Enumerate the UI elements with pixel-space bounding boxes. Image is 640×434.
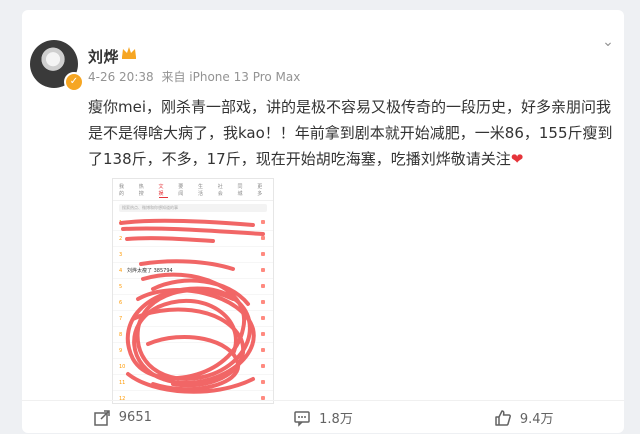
weibo-post-card: ✓ 刘烨 4-26 20:38 来自 iPhone 13 Pro Max ⌄ 瘦… bbox=[22, 10, 624, 433]
attached-image[interactable]: 我的 热搜 文娱 要闻 生活 社会 同城 更多 搜索热点、微博和你想知道的事 1… bbox=[112, 178, 274, 404]
verified-badge-icon: ✓ bbox=[64, 72, 84, 92]
share-button[interactable]: 9651 bbox=[22, 401, 223, 434]
redaction-scribble bbox=[119, 218, 265, 394]
thumbs-up-icon bbox=[495, 409, 511, 426]
crown-icon bbox=[122, 47, 136, 59]
post-time[interactable]: 4-26 20:38 bbox=[88, 70, 154, 84]
action-bar: 9651 1.8万 9.4万 bbox=[22, 400, 624, 434]
post-meta: 4-26 20:38 来自 iPhone 13 Pro Max bbox=[88, 68, 304, 85]
post-text: 瘦你mei，刚杀青一部戏，讲的是极不容易又极传奇的一段历史，好多亲朋问我是不是得… bbox=[88, 94, 618, 172]
share-icon bbox=[94, 409, 110, 426]
post-body: 瘦你mei，刚杀青一部戏，讲的是极不容易又极传奇的一段历史，好多亲朋问我是不是得… bbox=[88, 98, 613, 168]
like-button[interactable]: 9.4万 bbox=[423, 401, 624, 434]
like-count: 9.4万 bbox=[519, 412, 554, 427]
post-source: 来自 iPhone 13 Pro Max bbox=[161, 70, 301, 84]
comment-button[interactable]: 1.8万 bbox=[223, 401, 424, 434]
author-name[interactable]: 刘烨 bbox=[88, 46, 119, 67]
comment-icon bbox=[294, 410, 310, 427]
comment-count: 1.8万 bbox=[319, 412, 353, 427]
chevron-down-icon[interactable]: ⌄ bbox=[598, 34, 618, 50]
heart-emoji-icon: ❤ bbox=[510, 150, 524, 168]
share-count: 9651 bbox=[118, 410, 152, 425]
